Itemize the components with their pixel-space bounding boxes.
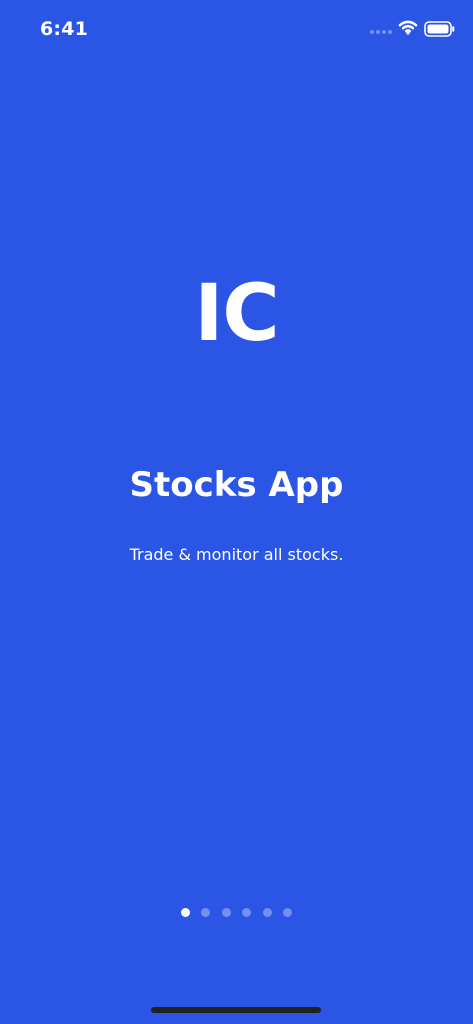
page-dot-1[interactable]: [181, 907, 190, 917]
status-bar: 6:41: [0, 0, 473, 56]
page-subtitle: Trade & monitor all stocks.: [129, 545, 344, 564]
home-indicator[interactable]: [151, 1007, 321, 1013]
page-dot-4[interactable]: [242, 907, 252, 917]
app-logo: IC: [194, 269, 279, 359]
page-dot-3[interactable]: [221, 907, 231, 917]
page-indicator[interactable]: [181, 907, 292, 917]
signal-dots-icon: [370, 29, 392, 35]
signal-dot: [388, 30, 392, 34]
page-dot-2[interactable]: [201, 907, 211, 917]
page-title: Stocks App: [129, 465, 344, 505]
signal-dot: [370, 30, 374, 34]
signal-dot: [376, 30, 380, 34]
signal-dot: [382, 30, 386, 34]
wifi-icon: [398, 20, 418, 35]
status-time: 6:41: [40, 18, 89, 40]
page-dot-6[interactable]: [282, 907, 292, 917]
battery-icon: [424, 21, 455, 37]
onboarding-screen: 6:41 IC Stocks App Trade & monitor all s…: [0, 0, 473, 1024]
page-dot-5[interactable]: [262, 907, 272, 917]
